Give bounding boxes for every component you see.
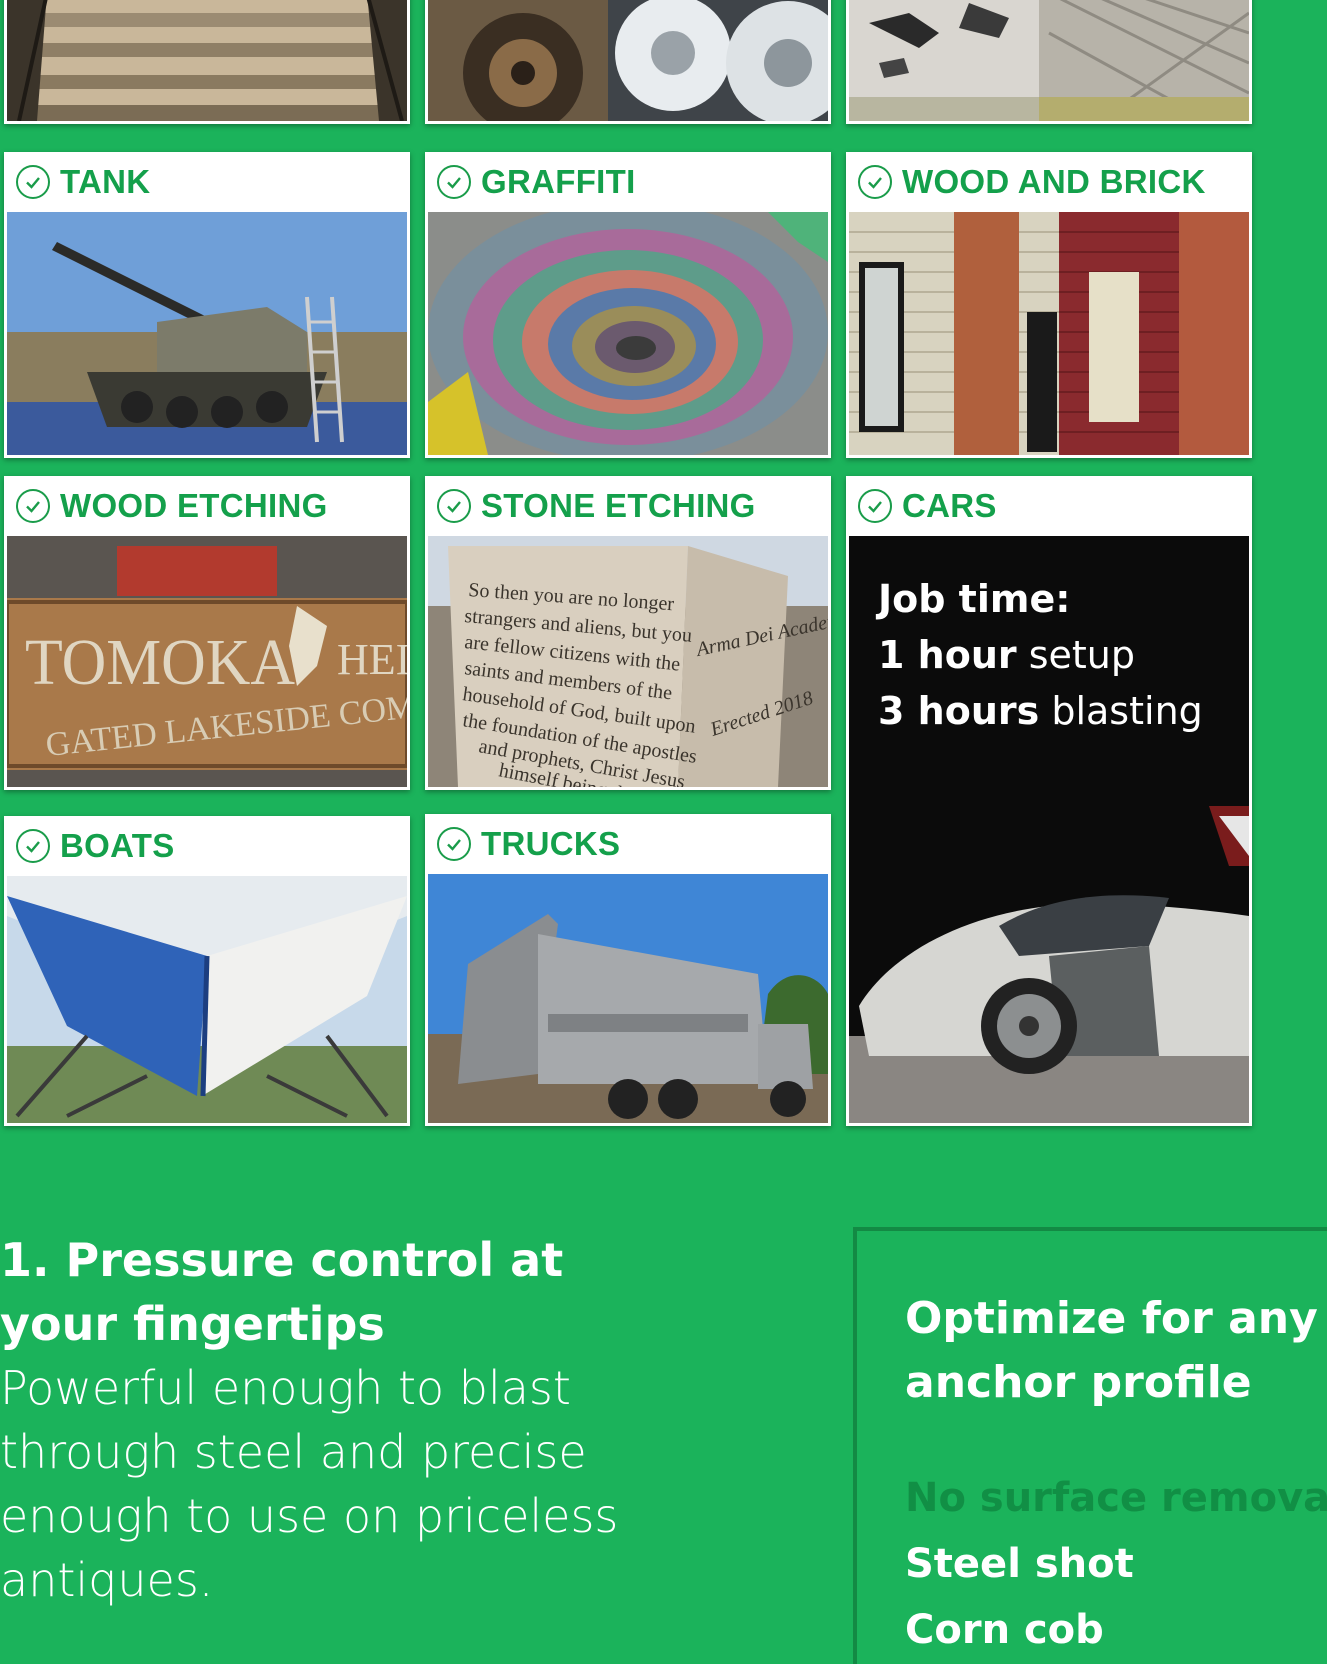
graffiti-photo <box>428 212 828 455</box>
card-header: STONE ETCHING <box>425 476 831 536</box>
check-circle-icon <box>437 165 471 199</box>
card-wood-and-brick: WOOD AND BRICK <box>846 152 1252 458</box>
sign-text-right: HEIG <box>337 635 407 684</box>
card-header: GRAFFITI <box>425 152 831 212</box>
feature-title-line: your fingertips <box>0 1297 385 1351</box>
wood-etching-photo: TOMOKA HEIG GATED LAKESIDE COMMU <box>7 536 407 787</box>
check-circle-icon <box>16 829 50 863</box>
blasting-label: blasting <box>1051 689 1203 733</box>
card-header: BOATS <box>4 816 410 876</box>
card-boats: BOATS <box>4 816 410 1126</box>
feature-block: 1. Pressure control at your fingertips P… <box>0 1228 760 1612</box>
cars-photo: Job time: 1 hour setup 3 hours blasting <box>849 536 1249 1123</box>
check-circle-icon <box>16 165 50 199</box>
check-circle-icon <box>858 165 892 199</box>
feature-body: Powerful enough to blast through steel a… <box>0 1356 760 1612</box>
check-circle-icon <box>437 827 471 861</box>
feature-body-line: Powerful enough to blast <box>0 1361 571 1415</box>
setup-label: setup <box>1028 633 1135 677</box>
card-wheels <box>425 0 831 124</box>
stone-etching-photo: So then you are no longer strangers and … <box>428 536 828 787</box>
card-label-boats: BOATS <box>60 827 175 864</box>
card-stairs <box>4 0 410 124</box>
card-header: WOOD AND BRICK <box>846 152 1252 212</box>
profile-list: No surface removal Steel shot Corn cob <box>905 1465 1327 1663</box>
card-trucks: TRUCKS <box>425 814 831 1126</box>
card-label-cars: CARS <box>902 487 997 524</box>
card-header: WOOD ETCHING <box>4 476 410 536</box>
card-header: TRUCKS <box>425 814 831 874</box>
profile-item: Corn cob <box>905 1607 1104 1653</box>
setup-value: 1 hour <box>878 633 1017 677</box>
card-label-tank: TANK <box>60 163 151 200</box>
wood-and-brick-photo <box>849 212 1249 455</box>
stairs-photo <box>7 0 407 121</box>
check-circle-icon <box>437 489 471 523</box>
card-label-wood-and-brick: WOOD AND BRICK <box>902 163 1206 200</box>
tank-photo <box>7 212 407 455</box>
anchor-profile-box: Optimize for any anchor profile No surfa… <box>853 1227 1327 1664</box>
profile-item: No surface removal <box>905 1475 1327 1521</box>
card-tank: TANK <box>4 152 410 458</box>
card-cars: CARS Job time: 1 hour setup 3 hours blas… <box>846 476 1252 1126</box>
feature-body-line: enough to use on priceless <box>0 1489 619 1543</box>
wheels-photo <box>428 0 828 121</box>
card-header: CARS <box>846 476 1252 536</box>
card-graffiti: GRAFFITI <box>425 152 831 458</box>
check-circle-icon <box>858 489 892 523</box>
feature-body-line: antiques. <box>0 1553 214 1607</box>
boats-photo <box>7 876 407 1123</box>
profile-item: Steel shot <box>905 1541 1134 1587</box>
ceiling-photo <box>849 0 1249 121</box>
feature-body-line: through steel and precise <box>0 1425 587 1479</box>
profile-title: Optimize for any anchor profile <box>905 1287 1318 1415</box>
card-label-stone-etching: STONE ETCHING <box>481 487 756 524</box>
trucks-photo <box>428 874 828 1123</box>
card-wood-etching: WOOD ETCHING TOMOKA HEIG GATED LAKESIDE … <box>4 476 410 790</box>
sign-text-main: TOMOKA <box>25 626 295 699</box>
feature-title-line: 1. Pressure control at <box>0 1233 564 1287</box>
profile-title-line: anchor profile <box>905 1357 1252 1408</box>
job-time-label: Job time: <box>878 577 1071 621</box>
card-ceiling <box>846 0 1252 124</box>
profile-title-line: Optimize for any <box>905 1293 1318 1344</box>
card-label-trucks: TRUCKS <box>481 825 621 862</box>
card-label-wood-etching: WOOD ETCHING <box>60 487 328 524</box>
job-time-block: Job time: 1 hour setup 3 hours blasting <box>878 571 1203 739</box>
card-stone-etching: STONE ETCHING So then you are no longer … <box>425 476 831 790</box>
blasting-value: 3 hours <box>878 689 1040 733</box>
card-header: TANK <box>4 152 410 212</box>
check-circle-icon <box>16 489 50 523</box>
feature-title: 1. Pressure control at your fingertips <box>0 1228 760 1356</box>
card-label-graffiti: GRAFFITI <box>481 163 636 200</box>
